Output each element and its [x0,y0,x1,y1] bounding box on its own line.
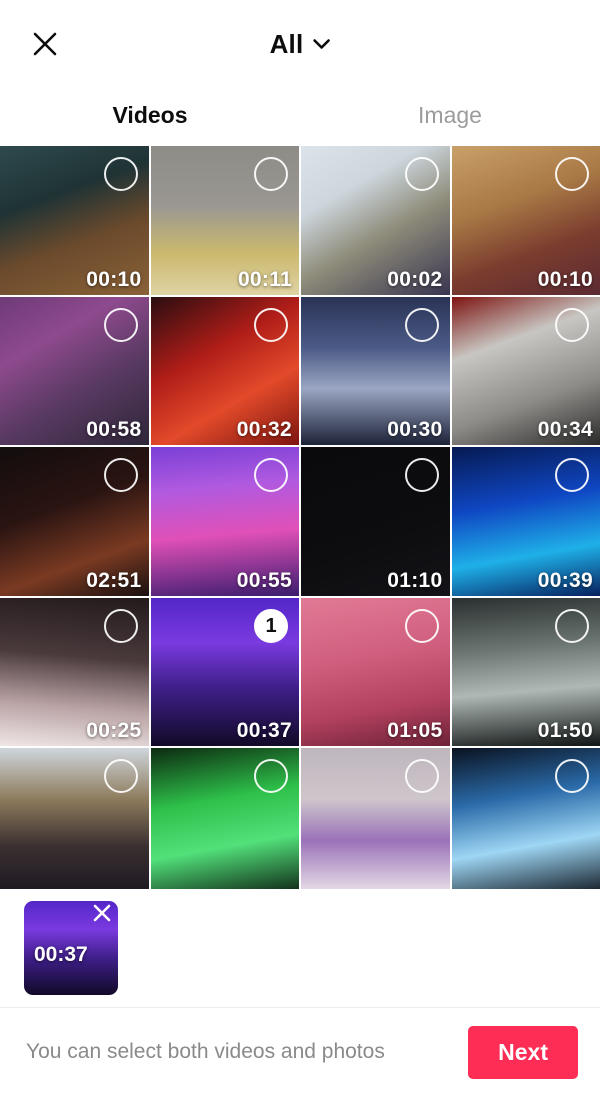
media-duration: 01:50 [537,719,593,742]
media-duration: 00:32 [236,418,292,441]
media-cell[interactable]: 02:51 [0,447,149,596]
media-cell[interactable]: 01:05 [301,597,450,746]
media-cell[interactable]: 01:10 [301,447,450,596]
selection-circle[interactable] [404,157,439,191]
close-icon [30,29,60,59]
media-duration: 00:11 [237,267,292,291]
media-cell[interactable] [301,748,450,889]
selection-circle[interactable] [254,307,288,342]
media-cell[interactable] [451,748,600,889]
media-cell[interactable]: 00:25 [0,597,149,746]
bottom-bar: You can select both videos and photos Ne… [0,1008,600,1096]
media-grid-scroll[interactable]: 00:10 00:11 00:02 00:10 00:58 00:32 00:30 00:34… [0,146,600,889]
selection-circle[interactable] [555,307,589,342]
media-cell[interactable]: 01:50 [451,597,600,746]
selection-circle[interactable] [103,307,138,342]
selection-circle[interactable] [555,608,589,643]
selection-circle[interactable] [404,307,439,342]
media-duration: 00:10 [86,267,142,291]
close-button[interactable] [22,21,68,67]
media-duration: 00:34 [537,418,593,441]
media-cell[interactable]: 00:10 [0,146,149,295]
selection-circle[interactable] [103,157,138,191]
selection-circle[interactable] [254,458,288,492]
selection-circle[interactable] [555,157,589,191]
media-cell[interactable]: 00:55 [150,447,299,596]
selection-badge-selected[interactable]: 1 [254,608,288,643]
media-cell[interactable]: 00:30 [301,296,450,445]
media-cell[interactable]: 00:34 [451,296,600,445]
close-icon [91,902,113,929]
media-duration: 00:30 [387,418,443,441]
media-grid: 00:10 00:11 00:02 00:10 00:58 00:32 00:30 00:34… [0,146,600,889]
selection-circle[interactable] [103,458,138,492]
media-duration: 00:25 [86,719,142,742]
media-cell[interactable]: 00:39 [451,447,600,596]
album-selector[interactable]: All [262,27,339,61]
media-duration: 00:02 [387,267,443,291]
selection-hint: You can select both videos and photos [26,1040,385,1063]
media-cell[interactable]: 00:10 [451,146,600,295]
selection-circle[interactable] [103,759,138,793]
media-cell[interactable]: 1 00:37 [150,597,299,746]
media-duration: 02:51 [86,568,142,592]
header: All [0,0,600,88]
media-cell[interactable]: 00:02 [301,146,450,295]
media-duration: 01:05 [387,719,443,742]
media-duration: 00:10 [537,267,593,291]
selection-circle[interactable] [555,458,589,492]
next-button[interactable]: Next [468,1025,578,1079]
media-duration: 00:55 [236,568,292,592]
selected-media-tray: 00:37 [0,889,600,1007]
chevron-down-icon [312,37,330,55]
media-cell[interactable] [150,748,299,889]
media-duration: 00:39 [537,568,593,592]
media-picker-screen: All Videos Image 00:10 00:11 00:02 00:10 00:… [0,0,600,1096]
media-duration: 00:58 [86,418,142,441]
media-duration: 00:37 [236,719,292,742]
tab-videos[interactable]: Videos [0,103,300,131]
selection-circle[interactable] [404,608,439,643]
album-label: All [269,29,304,59]
media-cell[interactable] [0,748,149,889]
selected-media-duration: 00:37 [34,943,88,966]
media-duration: 01:10 [387,568,443,592]
selection-circle[interactable] [555,759,589,793]
selected-media-item[interactable]: 00:37 [24,901,118,995]
media-cell[interactable]: 00:58 [0,296,149,445]
media-type-tabs: Videos Image [0,88,600,146]
selection-circle[interactable] [254,157,288,191]
selection-circle[interactable] [404,458,439,492]
media-cell[interactable]: 00:32 [150,296,299,445]
selection-circle[interactable] [103,608,138,643]
media-cell[interactable]: 00:11 [150,146,299,295]
selection-circle[interactable] [254,759,288,793]
selection-circle[interactable] [404,759,439,793]
tab-image[interactable]: Image [300,103,600,131]
remove-selected-button[interactable] [90,903,114,927]
